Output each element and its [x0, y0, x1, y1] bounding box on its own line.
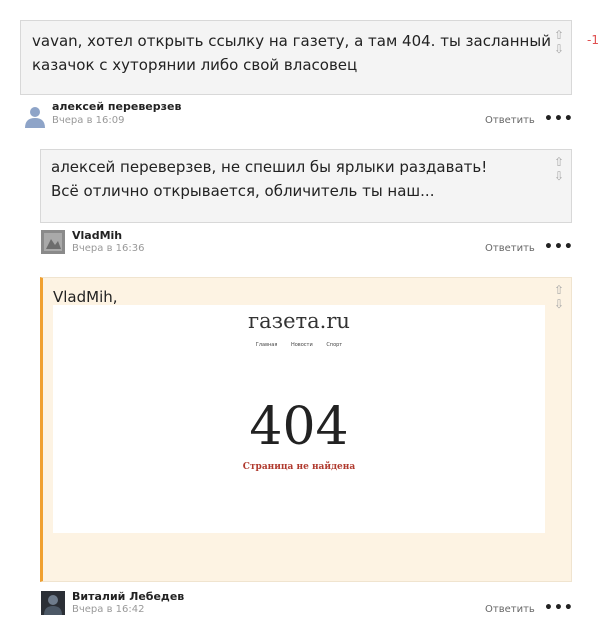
gazeta-nav-item: Спорт: [326, 342, 343, 348]
error-message: Страница не найдена: [242, 462, 356, 472]
comment-1-author[interactable]: алексей переверзев: [52, 100, 181, 113]
gazeta-nav-item: Главная: [255, 342, 278, 348]
embedded-screenshot[interactable]: газета.ru Главная Новости Спорт 404 Стра…: [53, 305, 545, 533]
comment-2-text: алексей переверзев, не спешил бы ярлыки …: [51, 155, 487, 203]
comment-2-author[interactable]: VladMih: [72, 229, 122, 242]
comment-1-more-icon[interactable]: •••: [544, 111, 574, 127]
comment-1-upvote-icon[interactable]: ⇧: [553, 29, 565, 42]
comment-2-reply-button[interactable]: Ответить: [485, 243, 535, 254]
comment-2-downvote-icon[interactable]: ⇩: [553, 170, 565, 183]
avatar[interactable]: [41, 230, 65, 254]
avatar[interactable]: [41, 591, 65, 615]
gazeta-logo: газета.ru: [248, 309, 350, 333]
comment-3-more-icon[interactable]: •••: [544, 600, 574, 616]
comment-1-meta: алексей переверзев Вчера в 16:09 Ответит…: [0, 100, 611, 130]
comment-3-upvote-icon[interactable]: ⇧: [553, 284, 565, 297]
comment-1-line-1: vavan, хотел открыть ссылку на газету, а…: [32, 32, 551, 50]
comment-3-author[interactable]: Виталий Лебедев: [72, 590, 184, 603]
comment-2-line-1: алексей переверзев, не спешил бы ярлыки …: [51, 158, 488, 176]
comment-2-line-2: Всё отлично открывается, обличитель ты н…: [51, 182, 435, 200]
gazeta-nav: Главная Новости Спорт: [53, 342, 545, 348]
comment-1-downvote-icon[interactable]: ⇩: [553, 43, 565, 56]
comment-1-line-2: казачок с хуторянии либо свой власовец: [32, 56, 358, 74]
comment-3-time: Вчера в 16:42: [72, 604, 145, 615]
comment-2-upvote-icon[interactable]: ⇧: [553, 156, 565, 169]
comment-3-reply-button[interactable]: Ответить: [485, 604, 535, 615]
comment-2-body: алексей переверзев, не спешил бы ярлыки …: [40, 149, 572, 223]
comment-3-downvote-icon[interactable]: ⇩: [553, 298, 565, 311]
comment-3-meta: Виталий Лебедев Вчера в 16:42 Ответить •…: [0, 589, 611, 619]
avatar[interactable]: [23, 104, 47, 128]
comment-2-time: Вчера в 16:36: [72, 243, 145, 254]
comment-1-reply-button[interactable]: Ответить: [485, 115, 535, 126]
comment-1-body: vavan, хотел открыть ссылку на газету, а…: [20, 20, 572, 95]
comment-1-text: vavan, хотел открыть ссылку на газету, а…: [32, 29, 551, 77]
comment-1-time: Вчера в 16:09: [52, 115, 125, 126]
gazeta-nav-item: Новости: [290, 342, 313, 348]
comment-2-meta: VladMih Вчера в 16:36 Ответить •••: [0, 228, 611, 258]
comment-2-more-icon[interactable]: •••: [544, 239, 574, 255]
error-code: 404: [249, 397, 349, 457]
comment-1-score: -1: [587, 33, 599, 47]
